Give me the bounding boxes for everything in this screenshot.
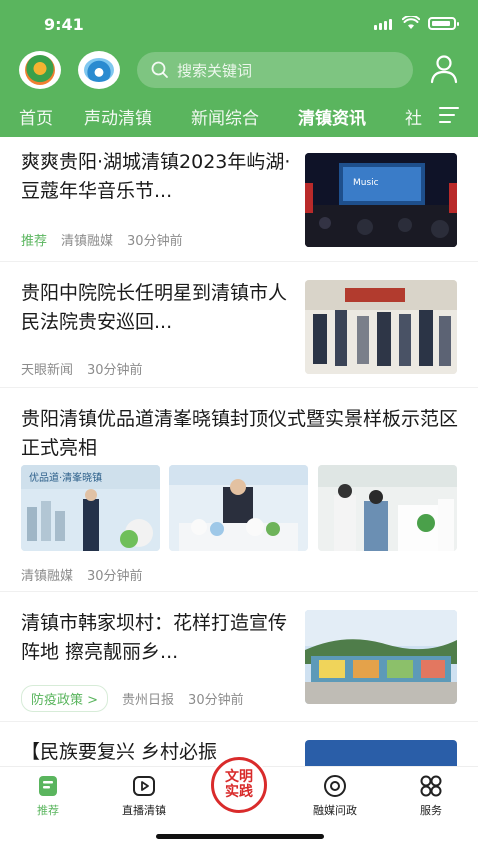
svg-text:Music: Music: [353, 178, 379, 188]
status-bar: 9:41: [0, 0, 478, 48]
recommend-badge: 推荐: [21, 234, 48, 249]
nav-label: 推荐: [37, 804, 59, 817]
grid-icon: [420, 775, 442, 797]
news-title: 清镇市韩家坝村：花样打造宣传阵地 擦亮靓丽乡...: [21, 612, 288, 663]
topic-tag-pill[interactable]: 防疫政策 >: [21, 685, 109, 712]
news-source: 清镇融媒: [21, 569, 74, 584]
nav-media-inquiry[interactable]: 融媒问政: [295, 771, 375, 818]
header-bar: 9:41 搜索关键词 首页 声动清镇 新闻综合 清镇资讯 社: [0, 0, 478, 137]
news-source: 清镇融媒: [61, 234, 114, 249]
user-profile-icon[interactable]: [430, 54, 458, 84]
tab-society[interactable]: 社: [405, 104, 422, 129]
news-meta: 推荐 清镇融媒 30分钟前: [21, 230, 183, 249]
city-logo[interactable]: [19, 51, 61, 89]
home-indicator: [156, 834, 324, 839]
channel-tabs: 首页 声动清镇 新闻综合 清镇资讯 社: [0, 96, 478, 136]
nav-label: 直播清镇: [122, 804, 166, 817]
news-thumbnail: [305, 740, 457, 766]
news-time: 30分钟前: [188, 693, 244, 708]
nav-label: 服务: [420, 804, 442, 817]
news-title: 爽爽贵阳·湖城清镇2023年屿湖·豆蔻年华音乐节...: [21, 151, 291, 202]
nav-live[interactable]: 直播清镇: [104, 771, 184, 818]
battery-icon: [428, 17, 459, 30]
app-screen: 9:41 搜索关键词 首页 声动清镇 新闻综合 清镇资讯 社 爽爽贵阳·湖城清镇…: [0, 0, 478, 850]
news-source: 贵州日报: [122, 693, 175, 708]
target-icon: [324, 775, 346, 797]
nav-label: 融媒问政: [313, 804, 357, 817]
search-icon: [151, 61, 168, 78]
tab-qingzhen-info[interactable]: 清镇资讯: [298, 104, 366, 129]
news-thumbnail: [305, 610, 457, 704]
news-source: 天眼新闻: [21, 363, 74, 378]
news-item[interactable]: 爽爽贵阳·湖城清镇2023年屿湖·豆蔻年华音乐节... 推荐 清镇融媒 30分钟…: [0, 137, 478, 261]
news-time: 30分钟前: [87, 363, 143, 378]
wifi-icon: [402, 16, 420, 29]
news-thumbnail: 优品道·清峯晓镇: [21, 465, 160, 551]
news-time: 30分钟前: [127, 234, 183, 249]
play-icon: [133, 776, 155, 796]
news-title: 贵阳中院院长任明星到清镇市人民法院贵安巡回...: [21, 282, 288, 333]
channel-menu-icon[interactable]: [439, 107, 459, 123]
nav-recommend[interactable]: 推荐: [8, 771, 88, 818]
news-thumbnail: [169, 465, 308, 551]
status-time: 9:41: [44, 15, 84, 34]
news-feed: 爽爽贵阳·湖城清镇2023年屿湖·豆蔻年华音乐节... 推荐 清镇融媒 30分钟…: [0, 137, 478, 766]
nav-services[interactable]: 服务: [391, 771, 471, 818]
news-meta: 天眼新闻 30分钟前: [21, 359, 143, 378]
news-meta: 清镇融媒 30分钟前: [21, 565, 143, 584]
news-item[interactable]: 贵阳清镇优品道清峯晓镇封顶仪式暨实景样板示范区正式亮相 优品道·清峯晓镇 清镇融…: [0, 388, 478, 591]
search-placeholder: 搜索关键词: [177, 61, 253, 80]
news-item[interactable]: 贵阳中院院长任明星到清镇市人民法院贵安巡回... 天眼新闻 30分钟前: [0, 262, 478, 387]
news-thumbnail: Music: [305, 153, 457, 247]
tab-news-general[interactable]: 新闻综合: [191, 104, 259, 129]
badge-line-1: 文明: [225, 769, 253, 785]
tab-home[interactable]: 首页: [19, 104, 53, 129]
media-center-logo[interactable]: [78, 51, 120, 89]
tab-voice-qingzhen[interactable]: 声动清镇: [84, 104, 152, 129]
signal-icon: [374, 19, 392, 30]
news-meta: 防疫政策 > 贵州日报 30分钟前: [21, 685, 244, 712]
news-thumbnail: [305, 280, 457, 374]
news-time: 30分钟前: [87, 569, 143, 584]
news-thumbnail: [318, 465, 457, 551]
search-input[interactable]: 搜索关键词: [137, 52, 413, 88]
badge-line-2: 实践: [225, 784, 253, 800]
document-icon: [39, 776, 57, 796]
news-item[interactable]: 清镇市韩家坝村：花样打造宣传阵地 擦亮靓丽乡... 防疫政策 > 贵州日报 30…: [0, 592, 478, 721]
civilization-practice-button[interactable]: 文明 实践: [209, 755, 269, 815]
svg-text:优品道·清峯晓镇: 优品道·清峯晓镇: [29, 471, 102, 484]
news-title: 贵阳清镇优品道清峯晓镇封顶仪式暨实景样板示范区正式亮相: [21, 408, 459, 459]
